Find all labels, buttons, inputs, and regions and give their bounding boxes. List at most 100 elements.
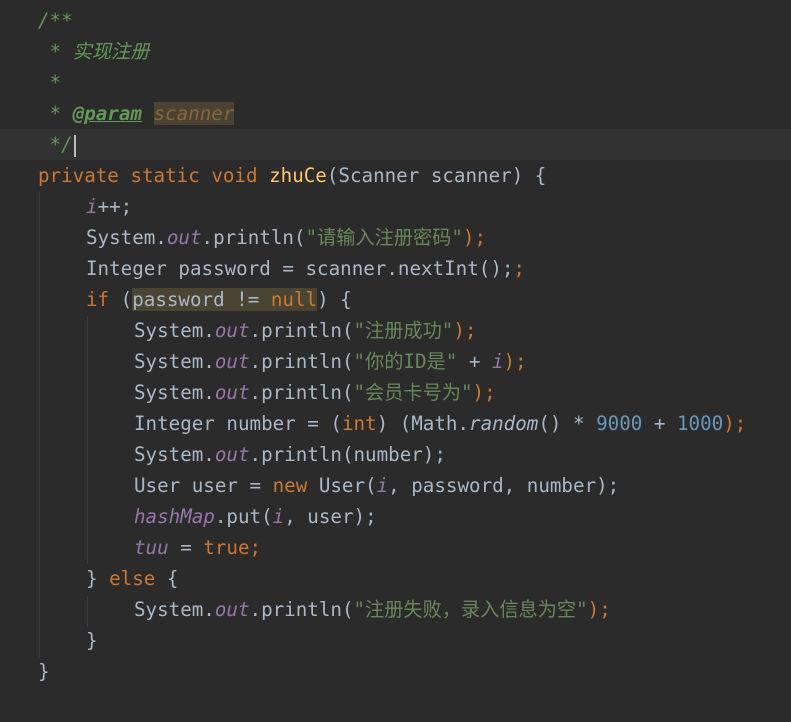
doc-comment-blank: * (38, 71, 62, 94)
field-ref: out (214, 381, 250, 404)
statement: i++; (86, 191, 132, 222)
statement: System.out.println("注册成功"); (134, 315, 476, 346)
code-line[interactable]: hashMap.put(i, user); (0, 501, 791, 532)
if-statement: if (password != null) { (86, 284, 352, 315)
string-literal: "注册成功" (353, 319, 454, 342)
code-line[interactable]: System.out.println(number); (0, 439, 791, 470)
code-text: .println( (249, 381, 354, 404)
code-line-current[interactable]: */ (0, 129, 791, 160)
code-line[interactable]: } (0, 656, 791, 687)
code-line[interactable]: } else { (0, 563, 791, 594)
method-name: zhuCe (269, 164, 327, 187)
code-line[interactable]: if (password != null) { (0, 284, 791, 315)
field-ref: tuu (134, 536, 169, 559)
code-line[interactable]: System.out.println("你的ID是" + i); (0, 346, 791, 377)
code-text: } (86, 567, 110, 590)
code-text: = (168, 536, 204, 559)
code-line[interactable]: private static void zhuCe(Scanner scanne… (0, 160, 791, 191)
field-ref: i (86, 195, 98, 218)
keyword-if: if (86, 288, 110, 311)
code-text: User( (307, 474, 377, 497)
code-text: .println(number); (249, 443, 446, 466)
highlighted-condition: password != null (132, 288, 318, 311)
statement: hashMap.put(i, user); (134, 501, 377, 532)
code-text: + (642, 412, 677, 435)
code-line[interactable]: User user = new User(i, password, number… (0, 470, 791, 501)
field-ref: out (214, 443, 250, 466)
closing-brace: } (86, 629, 98, 652)
code-line[interactable]: * @param scanner (0, 98, 791, 129)
code-text: System. (134, 598, 215, 621)
code-line[interactable]: * (0, 67, 791, 98)
statement: System.out.println("你的ID是" + i); (134, 346, 527, 377)
code-editor[interactable]: /** * 实现注册 * * @param scanner */ private… (0, 0, 791, 722)
code-line[interactable]: * 实现注册 (0, 36, 791, 67)
code-line[interactable]: System.out.println("注册成功"); (0, 315, 791, 346)
code-text: Integer password = scanner.nextInt(); (86, 257, 514, 280)
code-text: , password, number); (388, 474, 620, 497)
doc-param-line: * @param scanner (38, 98, 235, 129)
code-line[interactable]: /** (0, 5, 791, 36)
code-text: () * (538, 412, 597, 435)
doc-param-name: scanner (153, 102, 235, 125)
method-signature: private static void zhuCe(Scanner scanne… (38, 160, 546, 191)
code-line[interactable]: } (0, 625, 791, 656)
statement: tuu = true; (134, 532, 261, 563)
code-line[interactable]: Integer number = (int) (Math.random() * … (0, 408, 791, 439)
static-method: random (469, 412, 539, 435)
keyword-new: new (272, 474, 308, 497)
code-text: , user); (284, 505, 377, 528)
keyword-true: true (203, 536, 250, 559)
code-text: ( (109, 288, 133, 311)
code-line[interactable]: Integer password = scanner.nextInt();; (0, 253, 791, 284)
field-ref: out (214, 350, 250, 373)
code-text: System. (134, 350, 215, 373)
code-text: ); (587, 598, 611, 621)
doc-param-tag: @param (72, 102, 142, 125)
code-text: ; (249, 536, 262, 559)
doc-comment-close-wrap: */ (38, 129, 76, 160)
code-text: System. (134, 319, 215, 342)
code-text: System. (134, 381, 215, 404)
statement: Integer password = scanner.nextInt();; (86, 257, 525, 280)
statement: System.out.println("注册失败，录入信息为空"); (134, 594, 611, 625)
code-text: + (457, 350, 492, 373)
string-literal: "你的ID是" (353, 350, 458, 373)
code-line[interactable]: i++; (0, 191, 791, 222)
doc-comment-close: */ (38, 133, 73, 156)
keyword-private: private (38, 164, 119, 187)
code-text: ); (503, 350, 527, 373)
code-line[interactable]: System.out.println("会员卡号为"); (0, 377, 791, 408)
code-line[interactable]: System.out.println("注册失败，录入信息为空"); (0, 594, 791, 625)
statement: System.out.println("请输入注册密码"); (86, 222, 486, 253)
code-line[interactable]: System.out.println("请输入注册密码"); (0, 222, 791, 253)
field-ref: hashMap (134, 505, 215, 528)
string-literal: "注册失败，录入信息为空" (353, 598, 588, 621)
statement: User user = new User(i, password, number… (134, 470, 619, 501)
code-text: .println( (249, 319, 354, 342)
field-ref: i (376, 474, 389, 497)
field-ref: out (214, 598, 250, 621)
number-literal: 9000 (596, 412, 643, 435)
field-ref: i (272, 505, 285, 528)
doc-comment-open: /** (38, 9, 73, 32)
code-text: ) { (317, 288, 352, 311)
code-line[interactable]: tuu = true; (0, 532, 791, 563)
field-ref: out (166, 226, 202, 249)
code-text: .println( (249, 350, 354, 373)
code-text: .println( (201, 226, 306, 249)
keyword-void: void (211, 164, 258, 187)
code-text: ); (462, 226, 487, 249)
string-literal: "会员卡号为" (353, 381, 473, 404)
code-text: ) (Math. (376, 412, 470, 435)
code-text: password != (132, 288, 271, 311)
code-text: System. (134, 443, 215, 466)
method-params: (Scanner scanner) { (326, 164, 547, 187)
keyword-null: null (270, 288, 318, 311)
code-text: ); (472, 381, 496, 404)
code-text: System. (86, 226, 167, 249)
code-text: Integer number = ( (134, 412, 342, 435)
closing-brace: } (38, 660, 50, 683)
statement: System.out.println(number); (134, 439, 446, 470)
statement: System.out.println("会员卡号为"); (134, 377, 496, 408)
